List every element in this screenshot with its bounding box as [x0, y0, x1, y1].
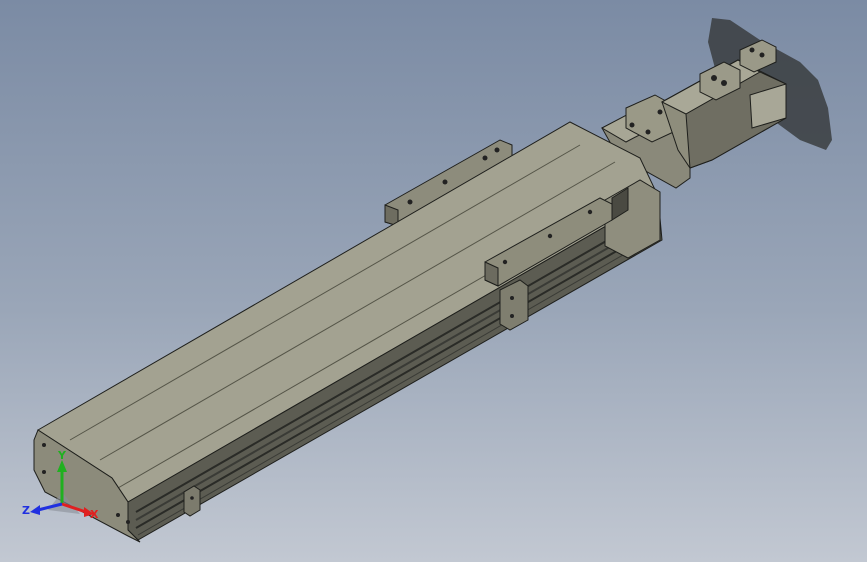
slider-side-plate: [499, 279, 529, 331]
actuator-top-face: [37, 121, 659, 503]
triad-y-label: Y: [57, 449, 67, 462]
actuator-body[interactable]: [33, 121, 663, 543]
linear-actuator-model[interactable]: [0, 0, 867, 562]
triad-z-arrow-icon: [30, 505, 40, 515]
limit-sensor-bracket[interactable]: [183, 485, 201, 517]
3d-viewport[interactable]: Y X Z: [0, 0, 867, 562]
triad-x-label: X: [90, 508, 99, 521]
coordinate-triad: Y X Z: [22, 449, 99, 521]
triad-z-label: Z: [22, 504, 30, 517]
triad-base: [48, 492, 80, 514]
